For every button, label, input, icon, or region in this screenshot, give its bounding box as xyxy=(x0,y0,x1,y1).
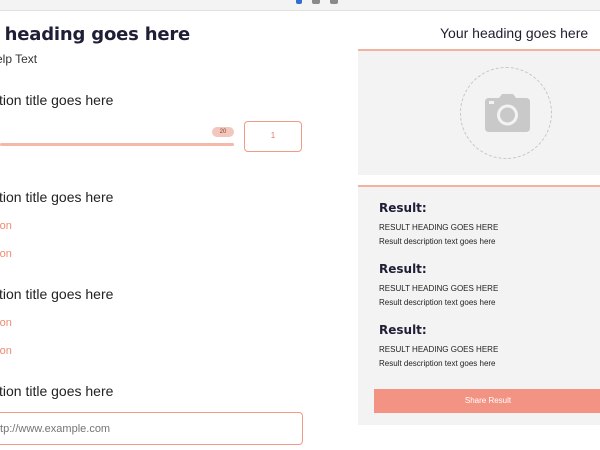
question-title: stion title goes here xyxy=(0,189,114,205)
url-input[interactable] xyxy=(0,412,303,445)
result-label: Result: xyxy=(379,323,427,337)
option-item[interactable]: ption xyxy=(0,248,12,260)
result-heading: RESULT HEADING GOES HERE xyxy=(379,345,499,354)
form-panel: n heading goes here elp Text stion title… xyxy=(0,0,340,450)
help-text: elp Text xyxy=(0,52,38,66)
option-item[interactable]: ption xyxy=(0,345,12,357)
question-title: stion title goes here xyxy=(0,286,114,302)
result-heading: RESULT HEADING GOES HERE xyxy=(379,284,499,293)
option-item[interactable]: ption xyxy=(0,220,12,232)
question-title: stion title goes here xyxy=(0,92,114,108)
result-description: Result description text goes here xyxy=(379,237,496,246)
result-label: Result: xyxy=(379,262,427,276)
share-result-button[interactable]: Share Result xyxy=(374,389,600,413)
form-heading: n heading goes here xyxy=(0,24,191,45)
question-title: stion title goes here xyxy=(0,383,114,399)
result-heading: RESULT HEADING GOES HERE xyxy=(379,223,499,232)
camera-icon xyxy=(485,94,530,132)
sidebar-heading: Your heading goes here xyxy=(440,25,589,41)
slider-value-input[interactable]: 1 xyxy=(244,121,302,152)
results-panel: Result: RESULT HEADING GOES HERE Result … xyxy=(358,185,600,425)
image-upload-area[interactable] xyxy=(460,67,552,159)
range-slider[interactable] xyxy=(0,143,234,146)
result-description: Result description text goes here xyxy=(379,298,496,307)
result-description: Result description text goes here xyxy=(379,359,496,368)
result-label: Result: xyxy=(379,201,427,215)
slider-max-badge: 20 xyxy=(212,127,234,137)
option-item[interactable]: ption xyxy=(0,317,12,329)
image-placeholder xyxy=(358,49,600,175)
